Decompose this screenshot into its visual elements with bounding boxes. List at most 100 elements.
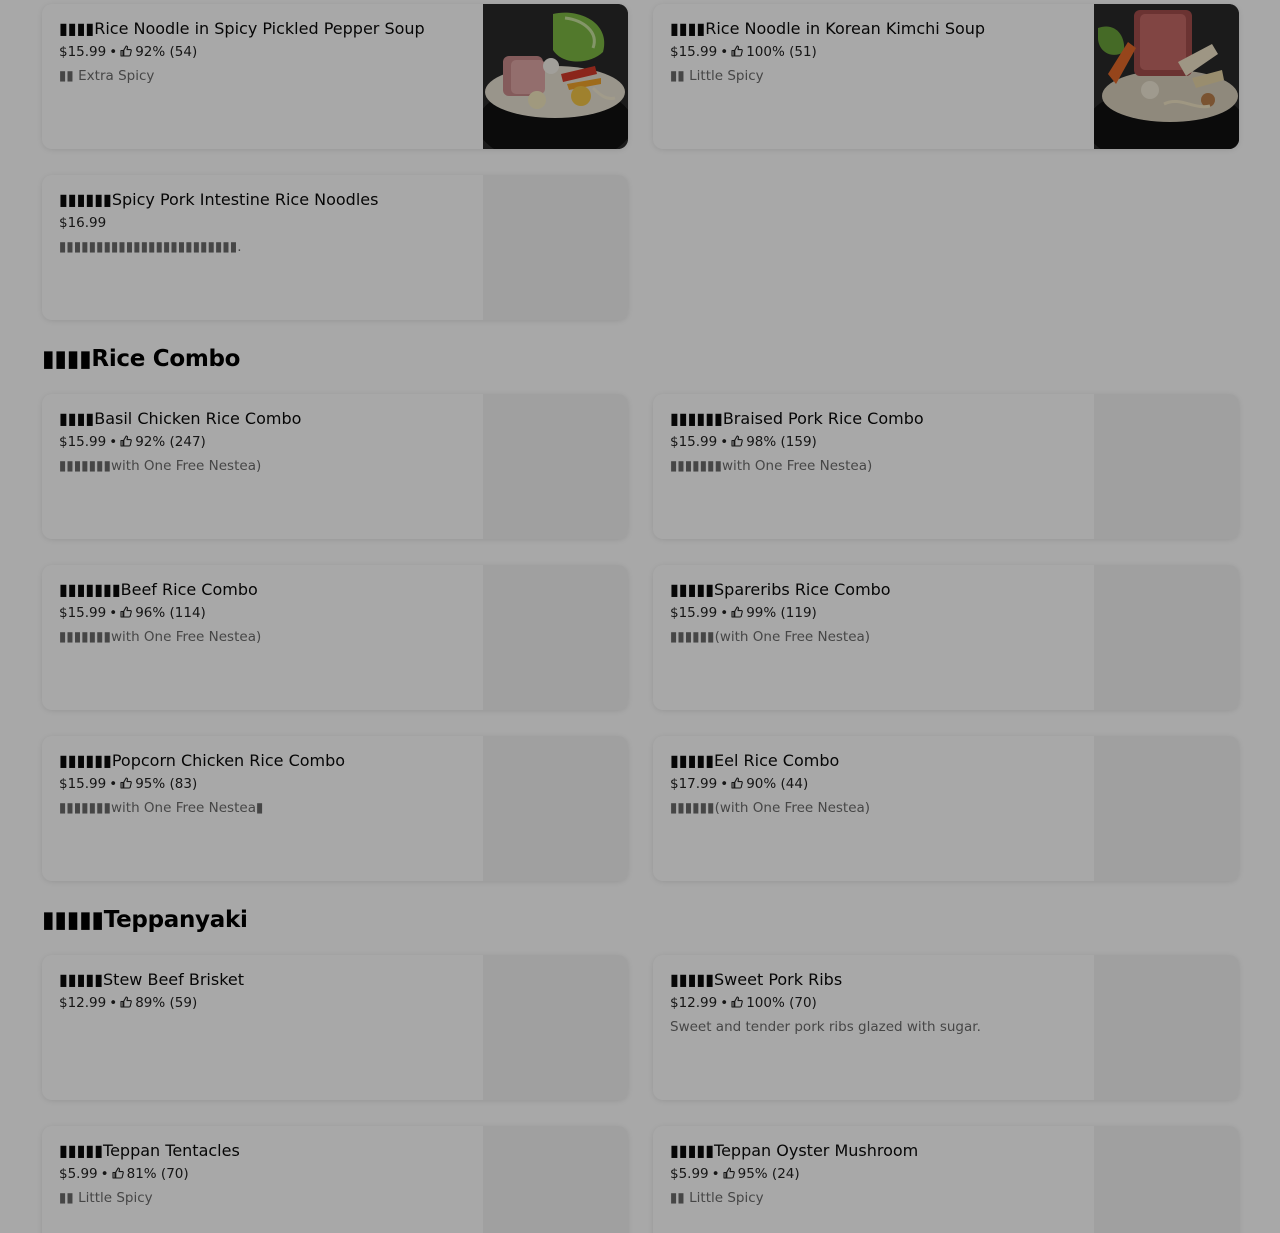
menu-item-rating: 89% (59)	[135, 995, 198, 1011]
thumbs-up-icon	[723, 1166, 735, 1179]
menu-item-photo	[483, 4, 628, 149]
menu-item-name: ▮▮▮▮▮Teppan Tentacles	[59, 1141, 240, 1160]
thumbs-up-icon	[120, 995, 133, 1008]
menu-item-meta: $17.99 • 90% (44)	[670, 775, 1079, 793]
thumbs-up-icon	[120, 44, 133, 57]
menu-item-meta: $15.99 • 95% (83)	[59, 775, 468, 793]
menu-item-image-placeholder	[1094, 394, 1239, 539]
menu-item-image-placeholder	[1094, 736, 1239, 881]
menu-item-description: ▮▮▮▮▮▮▮with One Free Nestea▮	[59, 800, 264, 816]
meta-separator: •	[720, 605, 729, 621]
menu-item-price: $5.99	[59, 1166, 98, 1182]
menu-item-image-placeholder	[1094, 1126, 1239, 1233]
menu-item-card[interactable]: ▮▮▮▮Basil Chicken Rice Combo $15.99 • 92% …	[42, 394, 628, 539]
menu-item-card[interactable]: ▮▮▮▮▮Stew Beef Brisket $12.99 • 89% (59)	[42, 955, 628, 1100]
menu-item-name: ▮▮▮▮▮Spareribs Rice Combo	[670, 580, 891, 599]
menu-item-card[interactable]: ▮▮▮▮Rice Noodle in Spicy Pickled Pepper …	[42, 4, 628, 149]
menu-item-name: ▮▮▮▮▮▮Braised Pork Rice Combo	[670, 409, 924, 428]
menu-item-meta: $15.99 • 92% (247)	[59, 433, 468, 451]
menu-item-price: $12.99	[670, 995, 718, 1011]
menu-item-description: ▮▮▮▮▮▮▮with One Free Nestea)	[59, 458, 262, 474]
menu-item-rating: 90% (44)	[746, 776, 809, 792]
menu-item-image-placeholder	[483, 175, 628, 320]
menu-item-card[interactable]: ▮▮▮▮▮Sweet Pork Ribs $12.99 • 100% (70) Sw…	[653, 955, 1239, 1100]
menu-item-photo	[1094, 4, 1239, 149]
menu-item-rating: 100% (51)	[746, 44, 817, 60]
menu-item-price: $12.99	[59, 995, 107, 1011]
thumbs-up-icon	[731, 434, 744, 447]
menu-item-name: ▮▮▮▮▮▮Spicy Pork Intestine Rice Noodles	[59, 190, 379, 209]
menu-item-meta: $16.99	[59, 214, 468, 232]
menu-item-rating: 96% (114)	[135, 605, 206, 621]
menu-item-description: ▮▮ Little Spicy	[670, 68, 764, 84]
thumbs-up-icon	[731, 605, 744, 618]
menu-item-name: ▮▮▮▮▮Sweet Pork Ribs	[670, 970, 843, 989]
menu-item-meta: $12.99 • 100% (70)	[670, 994, 1079, 1012]
menu-item-name: ▮▮▮▮Basil Chicken Rice Combo	[59, 409, 302, 428]
menu-item-rating: 92% (247)	[135, 434, 206, 450]
menu-item-description: ▮▮▮▮▮▮(with One Free Nestea)	[670, 629, 871, 645]
meta-separator: •	[109, 434, 118, 450]
menu-item-rating: 98% (159)	[746, 434, 817, 450]
menu-item-card[interactable]: ▮▮▮▮▮▮Braised Pork Rice Combo $15.99 • 98%…	[653, 394, 1239, 539]
section-title-teppanyaki: ▮▮▮▮▮Teppanyaki	[42, 907, 248, 933]
menu-item-card[interactable]: ▮▮▮▮▮▮▮Beef Rice Combo $15.99 • 96% (114) …	[42, 565, 628, 710]
menu-item-card[interactable]: ▮▮▮▮▮Teppan Tentacles $5.99 • 81% (70) ▮▮ …	[42, 1126, 628, 1233]
thumbs-up-icon	[120, 776, 133, 789]
meta-separator: •	[720, 44, 729, 60]
menu-item-rating: 92% (54)	[135, 44, 198, 60]
menu-item-price: $17.99	[670, 776, 718, 792]
menu-item-price: $15.99	[59, 434, 107, 450]
menu-item-meta: $15.99 • 92% (54)	[59, 43, 468, 61]
menu-item-name: ▮▮▮▮▮▮▮Beef Rice Combo	[59, 580, 258, 599]
menu-item-card[interactable]: ▮▮▮▮▮▮Spicy Pork Intestine Rice Noodles …	[42, 175, 628, 320]
menu-item-description: ▮▮▮▮▮▮▮with One Free Nestea)	[59, 629, 262, 645]
meta-separator: •	[109, 44, 118, 60]
thumbs-up-icon	[731, 776, 744, 789]
menu-item-name: ▮▮▮▮Rice Noodle in Spicy Pickled Pepper …	[59, 19, 425, 38]
menu-item-price: $5.99	[670, 1166, 709, 1182]
thumbs-up-icon	[731, 995, 744, 1008]
menu-item-name: ▮▮▮▮▮Eel Rice Combo	[670, 751, 840, 770]
meta-separator: •	[109, 776, 118, 792]
menu-item-description: ▮▮▮▮▮▮(with One Free Nestea)	[670, 800, 871, 816]
menu-item-price: $15.99	[670, 434, 718, 450]
section-title-rice-combo: ▮▮▮▮Rice Combo	[42, 346, 241, 372]
menu-item-image-placeholder	[483, 394, 628, 539]
menu-item-rating: 81% (70)	[126, 1166, 189, 1182]
menu-item-description: Sweet and tender pork ribs glazed with s…	[670, 1019, 981, 1035]
menu-item-image-placeholder	[1094, 565, 1239, 710]
menu-item-price: $15.99	[59, 605, 107, 621]
menu-item-name: ▮▮▮▮▮▮Popcorn Chicken Rice Combo	[59, 751, 346, 770]
meta-separator: •	[100, 1166, 109, 1182]
menu-item-price: $15.99	[59, 776, 107, 792]
menu-item-description: ▮▮▮▮▮▮▮▮▮▮▮▮▮▮▮▮▮▮▮▮▮▮▮▮.	[59, 239, 242, 255]
meta-separator: •	[109, 995, 118, 1011]
menu-item-card[interactable]: ▮▮▮▮Rice Noodle in Korean Kimchi Soup $1…	[653, 4, 1239, 149]
menu-item-card[interactable]: ▮▮▮▮▮Spareribs Rice Combo $15.99 • 99% (11…	[653, 565, 1239, 710]
menu-page: ▮▮▮▮Rice Combo ▮▮▮▮▮Teppanyaki ▮▮▮▮Rice …	[0, 0, 1280, 1233]
menu-item-rating: 95% (83)	[135, 776, 198, 792]
menu-item-card[interactable]: ▮▮▮▮▮Eel Rice Combo $17.99 • 90% (44) ▮▮▮▮…	[653, 736, 1239, 881]
menu-item-meta: $5.99 • 95% (24)	[670, 1165, 1079, 1183]
meta-separator: •	[720, 995, 729, 1011]
menu-item-description: ▮▮ Little Spicy	[59, 1190, 153, 1206]
thumbs-up-icon	[731, 44, 744, 57]
menu-item-name: ▮▮▮▮▮Stew Beef Brisket	[59, 970, 244, 989]
menu-item-card[interactable]: ▮▮▮▮▮▮Popcorn Chicken Rice Combo $15.99 •…	[42, 736, 628, 881]
meta-separator: •	[109, 605, 118, 621]
menu-item-meta: $15.99 • 96% (114)	[59, 604, 468, 622]
menu-item-meta: $15.99 • 98% (159)	[670, 433, 1079, 451]
menu-item-name: ▮▮▮▮Rice Noodle in Korean Kimchi Soup	[670, 19, 986, 38]
menu-item-image-placeholder	[1094, 955, 1239, 1100]
menu-item-card[interactable]: ▮▮▮▮▮Teppan Oyster Mushroom $5.99 • 95% (2…	[653, 1126, 1239, 1233]
thumbs-up-icon	[120, 434, 133, 447]
menu-item-image-placeholder	[483, 736, 628, 881]
thumbs-up-icon	[112, 1166, 124, 1179]
menu-item-image-placeholder	[483, 565, 628, 710]
thumbs-up-icon	[120, 605, 133, 618]
meta-separator: •	[720, 776, 729, 792]
menu-item-rating: 99% (119)	[746, 605, 817, 621]
menu-item-meta: $15.99 • 100% (51)	[670, 43, 1079, 61]
menu-item-price: $15.99	[670, 605, 718, 621]
